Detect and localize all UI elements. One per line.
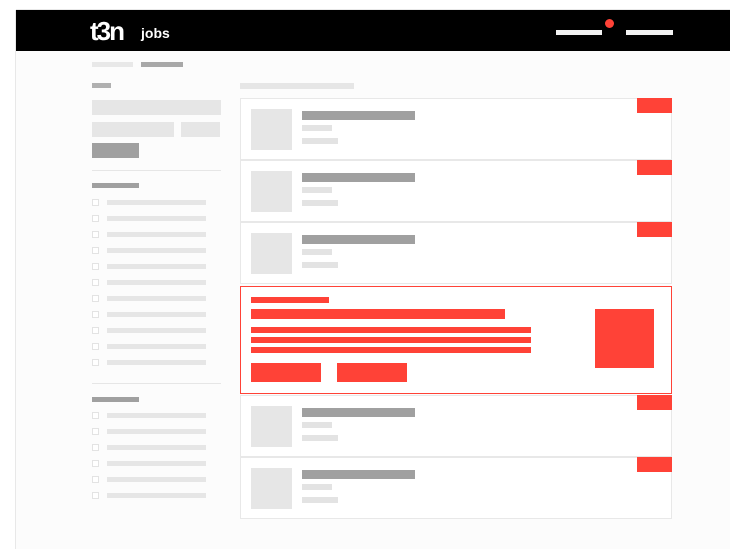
job-card[interactable] — [240, 98, 672, 160]
top-navigation-bar: t3n jobs — [16, 10, 730, 51]
job-card[interactable] — [240, 160, 672, 222]
filter-checkbox[interactable] — [92, 231, 99, 238]
sidebar-divider — [92, 170, 221, 171]
location-input[interactable] — [92, 122, 174, 137]
job-location-placeholder — [302, 497, 338, 503]
filter-option-label — [107, 445, 206, 450]
jobs-logo-label: jobs — [141, 25, 170, 41]
company-name-placeholder — [302, 484, 332, 490]
filter-checkbox[interactable] — [92, 215, 99, 222]
company-logo-placeholder — [251, 109, 292, 150]
job-title-placeholder[interactable] — [302, 173, 415, 182]
sidebar-heading — [92, 83, 111, 88]
filter-checkbox[interactable] — [92, 279, 99, 286]
filter-option-label — [107, 461, 206, 466]
filter-option-label — [107, 493, 206, 498]
promo-banner — [240, 286, 672, 394]
company-name-placeholder — [302, 187, 332, 193]
company-logo-placeholder — [251, 468, 292, 509]
notification-dot — [605, 19, 614, 28]
promo-text-line — [251, 347, 531, 353]
filter-option-label — [107, 232, 206, 237]
filter-option-label — [107, 248, 206, 253]
job-card[interactable] — [240, 222, 672, 284]
promo-text-line — [251, 337, 531, 343]
filter-checkbox[interactable] — [92, 476, 99, 483]
job-title-placeholder[interactable] — [302, 235, 415, 244]
filter-option-label — [107, 200, 206, 205]
job-location-placeholder — [302, 200, 338, 206]
filter-option-label — [107, 344, 206, 349]
job-title-placeholder[interactable] — [302, 408, 415, 417]
filter-option-label — [107, 413, 206, 418]
job-badge — [637, 457, 672, 472]
promo-kicker — [251, 297, 329, 303]
promo-headline — [251, 309, 505, 319]
promo-text-line — [251, 327, 531, 333]
nav-link-placeholder[interactable] — [626, 30, 673, 35]
results-count-label — [240, 83, 354, 89]
filter-checkbox[interactable] — [92, 359, 99, 366]
filter-option-label — [107, 429, 206, 434]
company-name-placeholder — [302, 422, 332, 428]
filter-option-label — [107, 264, 206, 269]
filter-checkbox[interactable] — [92, 412, 99, 419]
promo-primary-button[interactable] — [251, 363, 321, 382]
company-name-placeholder — [302, 125, 332, 131]
job-badge — [637, 98, 672, 113]
filter-checkbox[interactable] — [92, 327, 99, 334]
job-badge — [637, 160, 672, 175]
filter-option-label — [107, 216, 206, 221]
company-logo-placeholder — [251, 406, 292, 447]
filter-checkbox[interactable] — [92, 428, 99, 435]
filter-checkbox[interactable] — [92, 311, 99, 318]
company-logo-placeholder — [251, 171, 292, 212]
filter-checkbox[interactable] — [92, 247, 99, 254]
filter-group-heading — [92, 183, 139, 188]
filter-option-label — [107, 296, 206, 301]
filter-checkbox[interactable] — [92, 492, 99, 499]
filter-group-heading — [92, 397, 139, 402]
search-input[interactable] — [92, 100, 221, 115]
filter-checkbox[interactable] — [92, 295, 99, 302]
filter-option-label — [107, 477, 206, 482]
breadcrumb-item-current — [141, 62, 183, 67]
job-location-placeholder — [302, 138, 338, 144]
job-title-placeholder[interactable] — [302, 470, 415, 479]
job-location-placeholder — [302, 435, 338, 441]
filter-checkbox[interactable] — [92, 199, 99, 206]
filter-option-label — [107, 280, 206, 285]
browser-frame: t3n jobs — [16, 10, 730, 549]
t3n-logo[interactable]: t3n — [90, 18, 125, 44]
job-title-placeholder[interactable] — [302, 111, 415, 120]
filter-checkbox[interactable] — [92, 460, 99, 467]
company-name-placeholder — [302, 249, 332, 255]
company-logo-placeholder — [251, 233, 292, 274]
promo-secondary-button[interactable] — [337, 363, 407, 382]
sidebar-divider — [92, 383, 221, 384]
job-badge — [637, 395, 672, 410]
job-badge — [637, 222, 672, 237]
filter-checkbox[interactable] — [92, 263, 99, 270]
search-button[interactable] — [92, 143, 139, 158]
breadcrumb-item[interactable] — [92, 62, 133, 67]
radius-select[interactable] — [181, 122, 220, 137]
filter-checkbox[interactable] — [92, 343, 99, 350]
job-card[interactable] — [240, 395, 672, 457]
job-location-placeholder — [302, 262, 338, 268]
filter-option-label — [107, 312, 206, 317]
job-card[interactable] — [240, 457, 672, 519]
filter-option-label — [107, 360, 206, 365]
promo-image — [595, 309, 654, 368]
nav-link-placeholder[interactable] — [556, 30, 602, 35]
filter-option-label — [107, 328, 206, 333]
filter-checkbox[interactable] — [92, 444, 99, 451]
